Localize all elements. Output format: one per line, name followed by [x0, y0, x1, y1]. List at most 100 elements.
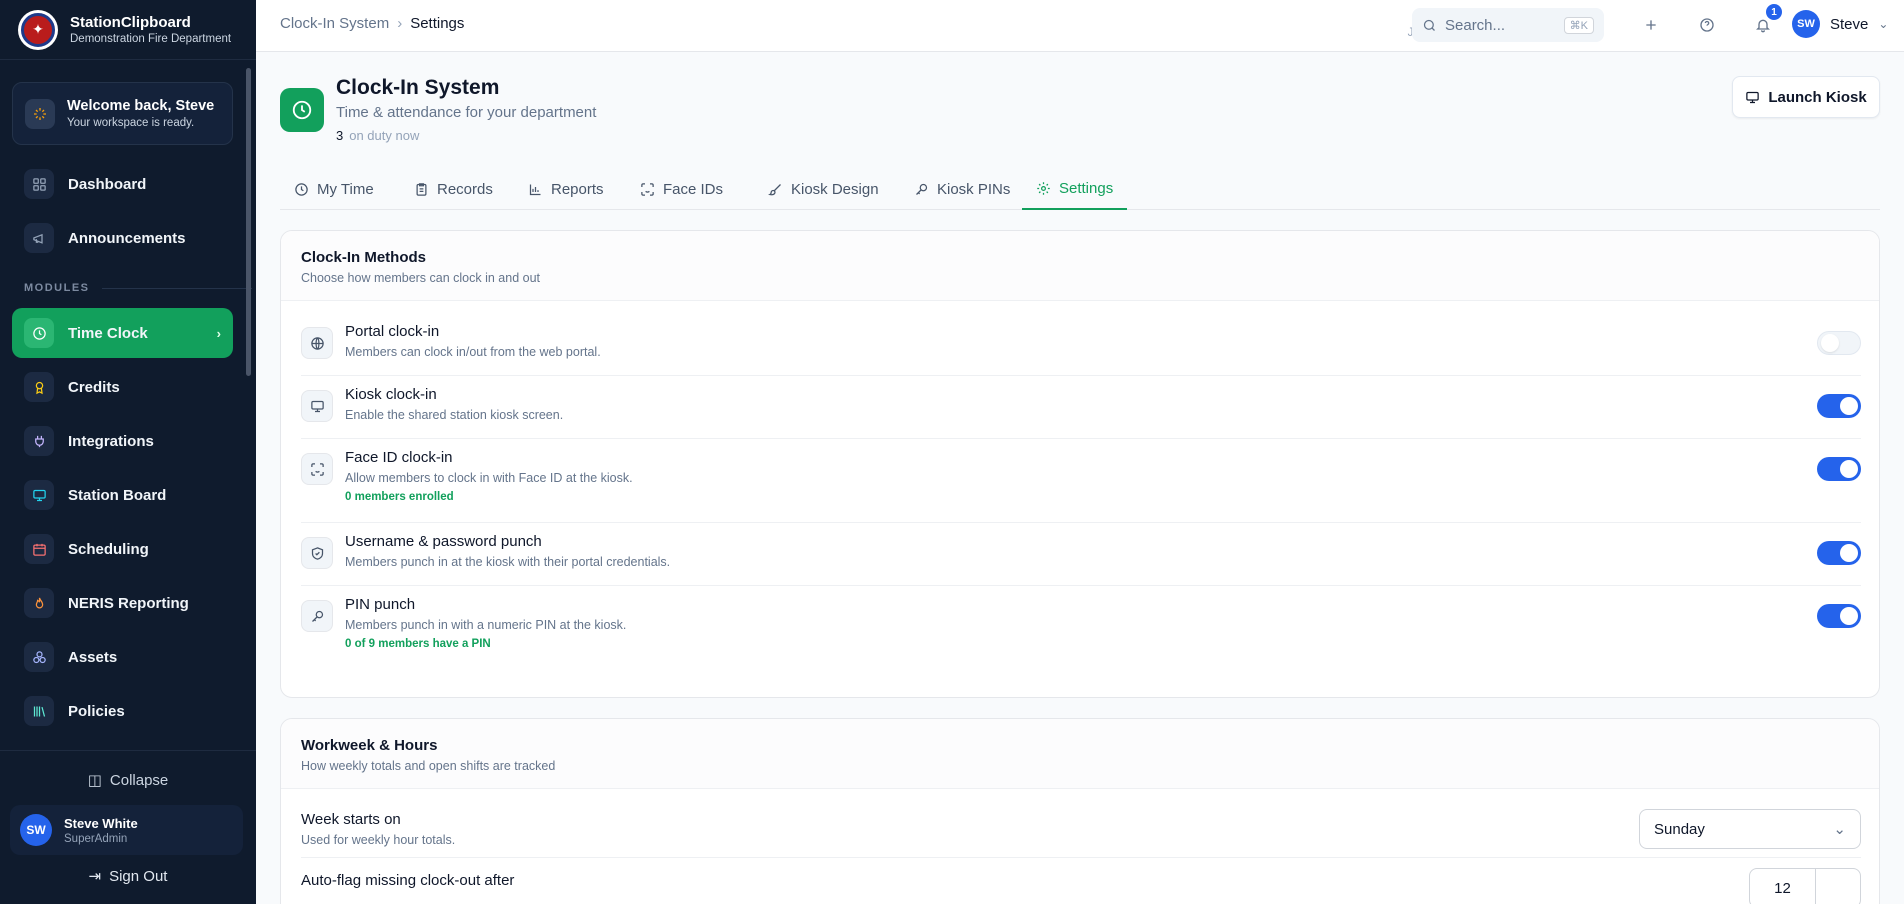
sidebar-item-time-clock[interactable]: Time Clock › [12, 308, 233, 358]
page-title: Clock-In System [336, 76, 500, 99]
card-title: Workweek & Hours [301, 737, 438, 754]
scan-face-icon [641, 182, 654, 196]
week-start-value: Sunday [1654, 820, 1705, 838]
user-menu[interactable]: SW Steve ⌄ [1792, 10, 1888, 38]
log-out-icon: ⇥ [88, 868, 102, 885]
tab-face-ids[interactable]: Face IDs [626, 168, 737, 210]
megaphone-icon [24, 223, 54, 253]
sidebar-item-policies[interactable]: Policies [12, 686, 233, 736]
sidebar-item-label: Time Clock [68, 324, 148, 342]
sidebar-item-label: Assets [68, 648, 118, 666]
user-name: Steve White [64, 815, 138, 831]
launch-kiosk-label: Launch Kiosk [1768, 88, 1867, 106]
monitor-icon [1746, 91, 1760, 103]
username-password-punch-toggle[interactable] [1817, 541, 1861, 565]
portal-clock-in-toggle[interactable] [1817, 331, 1861, 355]
welcome-subtitle: Your workspace is ready. [67, 117, 195, 129]
card-header: Workweek & Hours How weekly totals and o… [281, 719, 1879, 789]
on-duty-summary: 3 on duty now [336, 128, 419, 143]
brand-title: StationClipboard [70, 14, 191, 31]
boxes-icon [24, 642, 54, 672]
card-subtitle: How weekly totals and open shifts are tr… [301, 759, 556, 773]
brand[interactable]: ✦ StationClipboard Demonstration Fire De… [0, 0, 256, 60]
avatar: SW [20, 814, 52, 846]
tab-my-time[interactable]: My Time [280, 168, 388, 210]
tab-label: Settings [1059, 179, 1114, 197]
setting-title: Portal clock-in [345, 323, 440, 340]
on-duty-count: 3 [336, 128, 344, 143]
user-role: SuperAdmin [64, 832, 128, 845]
chevron-down-icon: ⌄ [1833, 821, 1846, 838]
face-id-clock-in-toggle[interactable] [1817, 457, 1861, 481]
tab-settings[interactable]: Settings [1022, 168, 1128, 210]
globe-icon [301, 327, 333, 359]
breadcrumb-item-current: Settings [410, 15, 465, 32]
setting-title: Kiosk clock-in [345, 386, 437, 403]
chevron-right-icon: › [216, 325, 221, 341]
setting-title: Face ID clock-in [345, 449, 453, 466]
kiosk-clock-in-toggle[interactable] [1817, 394, 1861, 418]
setting-row-kiosk-clock-in: Kiosk clock-in Enable the shared station… [301, 376, 1861, 439]
tab-records[interactable]: Records [400, 168, 507, 210]
bar-chart-icon [529, 184, 541, 195]
help-icon[interactable] [1694, 12, 1720, 38]
sidebar-item-announcements[interactable]: Announcements [12, 213, 233, 263]
setting-row-face-id-clock-in: Face ID clock-in Allow members to clock … [301, 439, 1861, 523]
on-duty-label: on duty now [349, 128, 420, 143]
card-header: Clock-In Methods Choose how members can … [281, 231, 1879, 301]
avatar: SW [1792, 10, 1820, 38]
plus-icon[interactable] [1638, 12, 1664, 38]
auto-flag-hours-value: 12 [1750, 869, 1816, 904]
brush-icon [768, 183, 781, 195]
auto-flag-hours-stepper[interactable]: 12 [1749, 868, 1861, 904]
sidebar-item-label: Credits [68, 378, 120, 396]
tab-label: Face IDs [663, 180, 724, 198]
clock-icon [295, 182, 308, 196]
launch-kiosk-button[interactable]: Launch Kiosk [1732, 76, 1880, 118]
tab-bar: My Time Records Reports Face IDs Kiosk D… [280, 168, 1880, 210]
tab-label: Kiosk PINs [937, 180, 1011, 198]
setting-row-week-start: Week starts on Used for weekly hour tota… [301, 801, 1861, 858]
sidebar-item-assets[interactable]: Assets [12, 632, 233, 682]
setting-row-auto-flag: Auto-flag missing clock-out after 12 [301, 858, 1861, 904]
setting-title: Week starts on [301, 811, 401, 828]
sidebar-item-dashboard[interactable]: Dashboard [12, 159, 233, 209]
tab-reports[interactable]: Reports [514, 168, 618, 210]
page-subtitle: Time & attendance for your department [336, 104, 597, 121]
sidebar-footer: ◫ Collapse SW Steve White SuperAdmin ⇥ Sig… [0, 750, 256, 904]
collapse-button[interactable]: ◫ Collapse [0, 771, 256, 789]
tab-kiosk-pins[interactable]: Kiosk PINs [900, 168, 1024, 210]
sidebar-item-credits[interactable]: Credits [12, 362, 233, 412]
grid-icon [24, 169, 54, 199]
pin-punch-toggle[interactable] [1817, 604, 1861, 628]
chevron-down-icon: ⌄ [1878, 17, 1889, 31]
enrollment-status: 0 members enrolled [345, 491, 454, 503]
card-subtitle: Choose how members can clock in and out [301, 271, 541, 285]
sidebar-item-scheduling[interactable]: Scheduling [12, 524, 233, 574]
sidebar-item-integrations[interactable]: Integrations [12, 416, 233, 466]
department-logo-icon: ✦ [18, 9, 58, 50]
setting-row-username-password-punch: Username & password punch Members punch … [301, 523, 1861, 586]
setting-title: Auto-flag missing clock-out after [301, 872, 515, 889]
week-start-select[interactable]: Sunday ⌄ [1639, 809, 1861, 849]
monitor-icon [24, 480, 54, 510]
key-icon [301, 600, 333, 632]
setting-title: PIN punch [345, 596, 416, 613]
welcome-card: Welcome back, Steve Your workspace is re… [12, 82, 233, 145]
sidebar-item-neris-reporting[interactable]: NERIS Reporting [12, 578, 233, 628]
setting-description: Used for weekly hour totals. [301, 833, 456, 847]
notifications-button[interactable]: 1 [1750, 4, 1782, 38]
sidebar-scrollbar[interactable] [246, 68, 251, 376]
sidebar-item-station-board[interactable]: Station Board [12, 470, 233, 520]
tab-kiosk-design[interactable]: Kiosk Design [754, 168, 893, 210]
breadcrumb-item-clock-in-system[interactable]: Clock-In System [280, 15, 389, 32]
award-icon [24, 372, 54, 402]
workweek-hours-card: Workweek & Hours How weekly totals and o… [280, 718, 1880, 904]
search-icon [1423, 19, 1435, 31]
monitor-icon [301, 390, 333, 422]
user-card[interactable]: SW Steve White SuperAdmin [10, 805, 243, 855]
collapse-icon: ◫ [87, 772, 102, 789]
calendar-icon [24, 534, 54, 564]
search-input[interactable]: Search... ⌘K [1412, 8, 1604, 42]
sign-out-button[interactable]: ⇥ Sign Out [0, 867, 256, 885]
